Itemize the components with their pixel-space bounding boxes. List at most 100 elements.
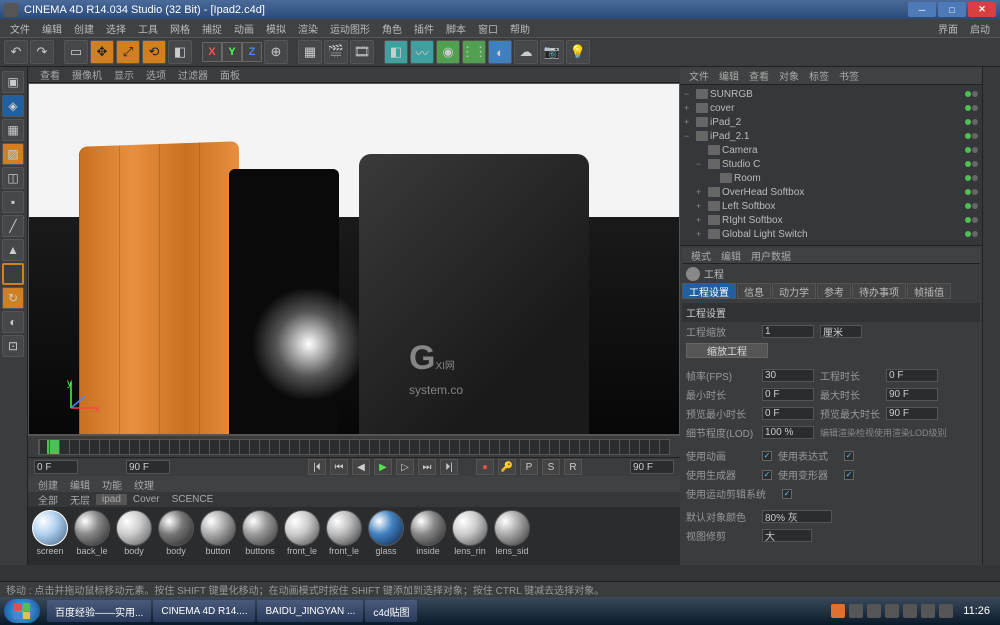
view-tab-panel[interactable]: 面板 [214, 67, 246, 82]
deformer-button[interactable]: ◐ [488, 40, 512, 64]
obj-menu-file[interactable]: 文件 [684, 68, 714, 83]
point-mode-button[interactable]: ▪ [2, 191, 24, 213]
use-def-checkbox[interactable]: ✓ [844, 470, 854, 480]
axis-mode-button[interactable] [2, 263, 24, 285]
next-key-button[interactable]: ⏭ [418, 459, 436, 475]
mat-tab-nolayer[interactable]: 无层 [64, 492, 96, 507]
visibility-dot[interactable] [965, 231, 971, 237]
menu-file[interactable]: 文件 [4, 21, 36, 36]
visibility-dot[interactable] [965, 161, 971, 167]
play-button[interactable]: ▶ [374, 459, 392, 475]
attr-menu-userdata[interactable]: 用户数据 [746, 248, 796, 263]
tray-icon[interactable] [867, 604, 881, 618]
timeline-end-field[interactable]: 90 F [630, 460, 674, 474]
tree-expand-icon[interactable]: + [696, 229, 706, 239]
view-clip-field[interactable]: 大 [762, 529, 812, 542]
min-time-field[interactable]: 0 F [762, 388, 814, 401]
material-thumbnail[interactable]: screen [30, 510, 70, 562]
menu-layout[interactable]: 界面 [932, 21, 964, 36]
menu-simulate[interactable]: 模拟 [260, 21, 292, 36]
tray-volume-icon[interactable] [939, 604, 953, 618]
render-dot[interactable] [972, 203, 978, 209]
scale-project-button[interactable]: 缩放工程 [686, 343, 768, 358]
tree-row[interactable]: −Studio C [682, 157, 980, 171]
generator-button[interactable]: ◉ [436, 40, 460, 64]
use-gen-checkbox[interactable]: ✓ [762, 470, 772, 480]
tree-expand-icon[interactable]: + [696, 201, 706, 211]
visibility-dot[interactable] [965, 147, 971, 153]
menu-window[interactable]: 窗口 [472, 21, 504, 36]
menu-snap[interactable]: 捕捉 [196, 21, 228, 36]
render-dot[interactable] [972, 105, 978, 111]
right-collapse-bar[interactable] [982, 67, 1000, 565]
fps-field[interactable]: 30 [762, 369, 814, 382]
viewport-solo-button[interactable]: ◐ [2, 311, 24, 333]
tree-row[interactable]: Camera [682, 143, 980, 157]
render-dot[interactable] [972, 147, 978, 153]
visibility-dot[interactable] [965, 175, 971, 181]
tree-row[interactable]: +OverHead Softbox [682, 185, 980, 199]
select-tool[interactable]: ▭ [64, 40, 88, 64]
material-thumbnail[interactable]: buttons [240, 510, 280, 562]
tree-row[interactable]: Room [682, 171, 980, 185]
menu-tools[interactable]: 工具 [132, 21, 164, 36]
menu-render[interactable]: 渲染 [292, 21, 324, 36]
enable-axis-button[interactable]: ↻ [2, 287, 24, 309]
axis-y-toggle[interactable]: Y [222, 42, 242, 62]
environment-button[interactable]: ☁ [514, 40, 538, 64]
obj-menu-bookmarks[interactable]: 书签 [834, 68, 864, 83]
attr-tab-project[interactable]: 工程设置 [682, 283, 736, 299]
tree-expand-icon[interactable]: + [696, 187, 706, 197]
workplane-button[interactable]: ◫ [2, 167, 24, 189]
start-button[interactable] [4, 599, 40, 623]
render-settings-button[interactable]: 🎞 [350, 40, 374, 64]
visibility-dot[interactable] [965, 203, 971, 209]
attr-menu-mode[interactable]: 模式 [686, 248, 716, 263]
timeline-playhead[interactable] [47, 440, 59, 454]
polygon-mode-button[interactable]: ▲ [2, 239, 24, 261]
render-dot[interactable] [972, 175, 978, 181]
visibility-dot[interactable] [965, 217, 971, 223]
menu-create[interactable]: 创建 [68, 21, 100, 36]
tray-icon[interactable] [831, 604, 845, 618]
rotate-tool[interactable]: ⟲ [142, 40, 166, 64]
menu-select[interactable]: 选择 [100, 21, 132, 36]
use-expr-checkbox[interactable]: ✓ [844, 451, 854, 461]
use-motion-checkbox[interactable]: ✓ [782, 489, 792, 499]
material-thumbnail[interactable]: body [156, 510, 196, 562]
render-dot[interactable] [972, 161, 978, 167]
taskbar-item-folder[interactable]: c4d贴图 [365, 600, 417, 622]
tree-row[interactable]: +RIght Softbox [682, 213, 980, 227]
mat-tab-all[interactable]: 全部 [32, 492, 64, 507]
material-thumbnail[interactable]: lens_rin [450, 510, 490, 562]
menu-mograph[interactable]: 运动图形 [324, 21, 376, 36]
taskbar-item-c4d[interactable]: CINEMA 4D R14.... [153, 600, 255, 622]
material-thumbnail[interactable]: button [198, 510, 238, 562]
taskbar-item-jingyan[interactable]: BAIDU_JINGYAN ... [257, 600, 363, 622]
obj-menu-edit[interactable]: 编辑 [714, 68, 744, 83]
lod-field[interactable]: 100 % [762, 426, 814, 439]
visibility-dot[interactable] [965, 189, 971, 195]
menu-script[interactable]: 脚本 [440, 21, 472, 36]
key-scale-button[interactable]: S [542, 459, 560, 475]
render-dot[interactable] [972, 189, 978, 195]
menu-edit[interactable]: 编辑 [36, 21, 68, 36]
menu-character[interactable]: 角色 [376, 21, 408, 36]
mat-menu-function[interactable]: 功能 [96, 477, 128, 492]
primitive-cube-button[interactable]: ◧ [384, 40, 408, 64]
taskbar-clock[interactable]: 11:26 [963, 605, 990, 617]
render-dot[interactable] [972, 217, 978, 223]
view-tab-view[interactable]: 查看 [34, 67, 66, 82]
goto-end-button[interactable]: ⏵| [440, 459, 458, 475]
redo-button[interactable]: ↷ [30, 40, 54, 64]
attr-tab-todo[interactable]: 待办事项 [852, 283, 906, 299]
key-rot-button[interactable]: R [564, 459, 582, 475]
tree-row[interactable]: −SUNRGB [682, 87, 980, 101]
make-editable-button[interactable]: ▣ [2, 71, 24, 93]
tray-icon[interactable] [885, 604, 899, 618]
project-scale-unit[interactable]: 厘米 [820, 325, 862, 338]
visibility-dot[interactable] [965, 133, 971, 139]
view-tab-filter[interactable]: 过滤器 [172, 67, 214, 82]
autokey-button[interactable]: 🔑 [498, 459, 516, 475]
obj-menu-tags[interactable]: 标签 [804, 68, 834, 83]
